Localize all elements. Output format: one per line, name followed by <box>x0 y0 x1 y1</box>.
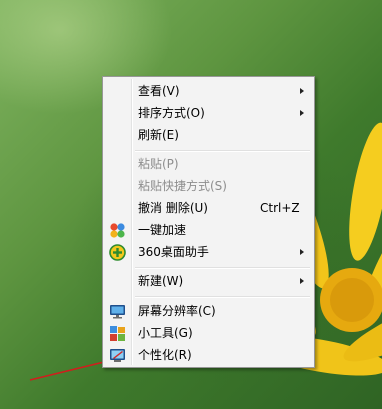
monitor-icon <box>110 305 125 319</box>
menu-item-label: 撤消 删除(U) <box>138 201 208 215</box>
menu-item-shortcut: Ctrl+Z <box>260 201 300 215</box>
personalize-icon <box>110 349 125 362</box>
menu-item-label: 一键加速 <box>138 223 187 237</box>
desktop-background: 查看(V) 排序方式(O) 刷新(E) 粘贴(P) 粘贴快捷方式(S) 撤消 删… <box>0 0 382 409</box>
menu-item-undo-delete[interactable]: 撤消 删除(U) Ctrl+Z <box>105 197 312 219</box>
360-desktop-assistant-icon <box>109 244 126 261</box>
menu-item-label: 粘贴(P) <box>138 157 179 171</box>
menu-item-gadgets[interactable]: 小工具(G) <box>105 322 312 344</box>
menu-item-label: 新建(W) <box>138 274 184 288</box>
menu-item-speedup[interactable]: 一键加速 <box>105 219 312 241</box>
submenu-arrow-icon <box>300 88 304 94</box>
menu-item-sort-by[interactable]: 排序方式(O) <box>105 102 312 124</box>
menu-item-label: 360桌面助手 <box>138 245 209 259</box>
menu-item-label: 个性化(R) <box>138 348 192 362</box>
menu-item-label: 小工具(G) <box>138 326 193 340</box>
menu-item-label: 屏幕分辨率(C) <box>138 304 216 318</box>
menu-separator <box>135 267 310 269</box>
menu-item-360-desktop-assistant[interactable]: 360桌面助手 <box>105 241 312 263</box>
submenu-arrow-icon <box>300 110 304 116</box>
menu-item-paste: 粘贴(P) <box>105 153 312 175</box>
menu-item-label: 查看(V) <box>138 84 180 98</box>
menu-item-label: 粘贴快捷方式(S) <box>138 179 227 193</box>
menu-separator <box>135 150 310 152</box>
menu-item-label: 刷新(E) <box>138 128 179 142</box>
menu-item-personalize[interactable]: 个性化(R) <box>105 344 312 366</box>
submenu-arrow-icon <box>300 278 304 284</box>
menu-item-refresh[interactable]: 刷新(E) <box>105 124 312 146</box>
desktop-context-menu: 查看(V) 排序方式(O) 刷新(E) 粘贴(P) 粘贴快捷方式(S) 撤消 删… <box>102 76 315 368</box>
menu-item-new[interactable]: 新建(W) <box>105 270 312 292</box>
menu-item-paste-shortcut: 粘贴快捷方式(S) <box>105 175 312 197</box>
menu-item-screen-resolution[interactable]: 屏幕分辨率(C) <box>105 300 312 322</box>
gadgets-icon <box>110 326 125 341</box>
menu-item-label: 排序方式(O) <box>138 106 205 120</box>
submenu-arrow-icon <box>300 249 304 255</box>
menu-separator <box>135 296 310 298</box>
speedup-icon <box>110 223 125 238</box>
menu-item-view[interactable]: 查看(V) <box>105 80 312 102</box>
